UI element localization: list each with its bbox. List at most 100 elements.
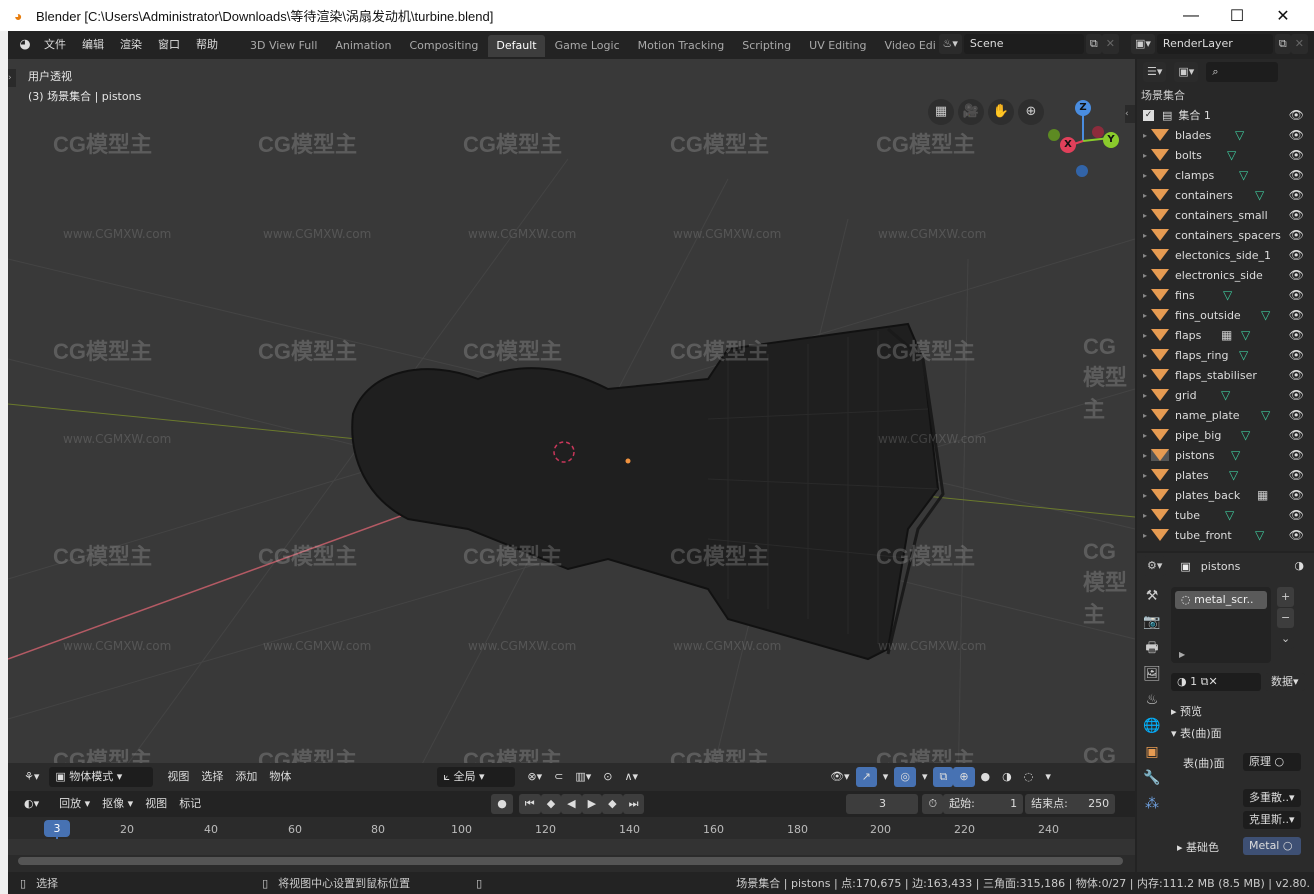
menu-render[interactable]: 渲染 (112, 36, 150, 52)
menu-file[interactable]: 文件 (36, 36, 74, 52)
mode-dropdown[interactable]: ▣ 物体模式 ▾ (49, 767, 154, 787)
eye-icon[interactable]: 👁 (1289, 208, 1304, 222)
playhead-frame[interactable]: 3 (44, 820, 70, 837)
scene-tab-icon[interactable]: ♨ (1139, 687, 1165, 713)
scene-field[interactable]: Scene (963, 34, 1084, 54)
overlays-dropdown[interactable]: ▾ (916, 767, 934, 787)
modifier-icon[interactable]: ▦ (1257, 488, 1268, 502)
eye-icon[interactable]: 👁 (1289, 428, 1304, 442)
mesh-data-icon[interactable]: ▽ (1261, 408, 1270, 422)
outliner-item[interactable]: ▸ electonics_side_1 👁 (1137, 245, 1314, 265)
tool-tab-icon[interactable]: ⚒ (1139, 583, 1165, 609)
outliner-item[interactable]: ▸ flaps_ring ▽ 👁 (1137, 345, 1314, 365)
menu-window[interactable]: 窗口 (150, 36, 188, 52)
shading-dropdown[interactable]: ▾ (1039, 767, 1057, 787)
play-reverse-button[interactable]: ◀ (561, 794, 582, 814)
mesh-data-icon[interactable]: ▽ (1261, 308, 1270, 322)
expand-arrow-icon[interactable]: ▸ (1143, 531, 1147, 540)
eye-icon[interactable]: 👁 (1289, 248, 1304, 262)
expand-arrow-icon[interactable]: ▸ (1143, 331, 1147, 340)
toggle-grid-view-icon[interactable]: ▦ (928, 99, 954, 125)
view-layer-selector-icon[interactable]: ▣▾ (1131, 34, 1155, 54)
outliner-display-mode-icon[interactable]: ☰▾ (1143, 62, 1167, 82)
eye-icon[interactable]: 👁 (1289, 528, 1304, 542)
remove-slot-button[interactable]: − (1277, 608, 1295, 628)
list-expand-icon[interactable]: ▶ (1179, 650, 1185, 659)
eye-icon[interactable]: 👁 (1289, 268, 1304, 282)
outliner-item[interactable]: ▸ pistons ▽ 👁 (1137, 445, 1314, 465)
tab-animation[interactable]: Animation (327, 35, 399, 57)
expand-arrow-icon[interactable]: ▸ (1143, 391, 1147, 400)
outliner-item[interactable]: ▸ plates ▽ 👁 (1137, 465, 1314, 485)
mesh-data-icon[interactable]: ▽ (1221, 388, 1230, 402)
modifier-tab-icon[interactable]: 🔧 (1139, 765, 1165, 791)
expand-arrow-icon[interactable]: ▸ (1143, 511, 1147, 520)
eye-icon[interactable]: 👁 (1289, 288, 1304, 302)
proportional-edit-icon[interactable]: ⊙ (597, 767, 618, 787)
subsurface-method-dropdown[interactable]: 克里斯..▾ (1243, 811, 1301, 829)
show-gizmo-icon[interactable]: ↗ (855, 767, 877, 787)
outliner-item[interactable]: ▸ plates_back ▦ 👁 (1137, 485, 1314, 505)
prev-keyframe-button[interactable]: ◆ (540, 794, 562, 814)
tab-scripting[interactable]: Scripting (734, 35, 799, 57)
tab-game-logic[interactable]: Game Logic (547, 35, 628, 57)
material-slot-item[interactable]: ◌ metal_scr.. (1175, 591, 1267, 609)
maximize-button[interactable]: ☐ (1214, 0, 1260, 31)
tab-motion-tracking[interactable]: Motion Tracking (630, 35, 733, 57)
falloff-icon[interactable]: ∧▾ (619, 767, 645, 787)
new-scene-icon[interactable]: ⧉ (1085, 34, 1102, 54)
jump-end-button[interactable]: ⏭ (622, 794, 645, 814)
outliner-item[interactable]: ▸ tube_front ▽ 👁 (1137, 525, 1314, 545)
minimize-button[interactable]: — (1168, 0, 1214, 31)
visibility-icon[interactable]: 👁▾ (824, 767, 856, 787)
outliner-item[interactable]: ▸ grid ▽ 👁 (1137, 385, 1314, 405)
base-color-field[interactable]: Metal ○ (1243, 837, 1301, 855)
scene-selector-icon[interactable]: ♨▾ (938, 34, 962, 54)
transform-orientation-dropdown[interactable]: ⟀ 全局 ▾ (437, 767, 516, 787)
outliner-item[interactable]: ▸ clamps ▽ 👁 (1137, 165, 1314, 185)
eye-icon[interactable]: 👁 (1289, 188, 1304, 202)
link-dropdown[interactable]: 数据▾ (1265, 673, 1305, 691)
rendered-shading-icon[interactable]: ◌ (1018, 767, 1040, 787)
expand-arrow-icon[interactable]: ▸ (1143, 431, 1147, 440)
show-overlays-icon[interactable]: ◎ (894, 767, 916, 787)
eye-icon[interactable]: 👁 (1289, 368, 1304, 382)
menu-help[interactable]: 帮助 (188, 36, 226, 52)
world-tab-icon[interactable]: 🌐 (1139, 713, 1165, 739)
expand-arrow-icon[interactable]: ▸ (1143, 311, 1147, 320)
tab-uv-editing[interactable]: UV Editing (801, 35, 874, 57)
tab-video-editing[interactable]: Video Edi (877, 35, 935, 57)
eye-icon[interactable]: 👁 (1289, 308, 1304, 322)
toolbar-expand-icon[interactable]: › (8, 69, 16, 87)
view-layer-tab-icon[interactable]: 🖼 (1139, 661, 1165, 687)
expand-arrow-icon[interactable]: ▸ (1143, 171, 1147, 180)
mesh-data-icon[interactable]: ▽ (1241, 328, 1250, 342)
outliner-item[interactable]: ▸ tube ▽ 👁 (1137, 505, 1314, 525)
add-slot-button[interactable]: + (1277, 587, 1295, 607)
gizmo-y-axis[interactable]: Y (1103, 132, 1119, 148)
panel-surface[interactable]: ▾ 表(曲)面 (1171, 725, 1222, 741)
outliner-search[interactable]: ⌕ (1206, 62, 1279, 82)
expand-arrow-icon[interactable]: ▸ (1143, 351, 1147, 360)
close-button[interactable]: ✕ (1260, 0, 1306, 31)
outliner-item[interactable]: ▸ fins_outside ▽ 👁 (1137, 305, 1314, 325)
eye-icon[interactable]: 👁 (1289, 388, 1304, 402)
particles-tab-icon[interactable]: ⁂ (1139, 791, 1165, 817)
eye-icon[interactable]: 👁 (1289, 488, 1304, 502)
outliner-root[interactable]: 场景集合 (1137, 85, 1314, 105)
gizmo-neg-z[interactable] (1076, 165, 1088, 177)
menu-object[interactable]: 物体 (263, 767, 297, 787)
gizmo-z-axis[interactable]: Z (1075, 100, 1091, 116)
outliner-item[interactable]: ▸ containers_small 👁 (1137, 205, 1314, 225)
object-tab-icon[interactable]: ▣ (1139, 739, 1165, 765)
xray-toggle-icon[interactable]: ⧉ (933, 767, 954, 787)
tab-compositing[interactable]: Compositing (401, 35, 486, 57)
view-layer-field[interactable]: RenderLayer (1156, 34, 1273, 54)
menu-edit[interactable]: 编辑 (74, 36, 112, 52)
eye-icon[interactable]: 👁 (1289, 168, 1304, 182)
properties-editor-type-icon[interactable]: ⚙▾ (1143, 556, 1167, 576)
gizmo-neg-y[interactable] (1048, 129, 1060, 141)
next-keyframe-button[interactable]: ◆ (602, 794, 623, 814)
mesh-data-icon[interactable]: ▽ (1223, 288, 1232, 302)
outliner-item[interactable]: ▸ flaps ▦ ▽ 👁 (1137, 325, 1314, 345)
